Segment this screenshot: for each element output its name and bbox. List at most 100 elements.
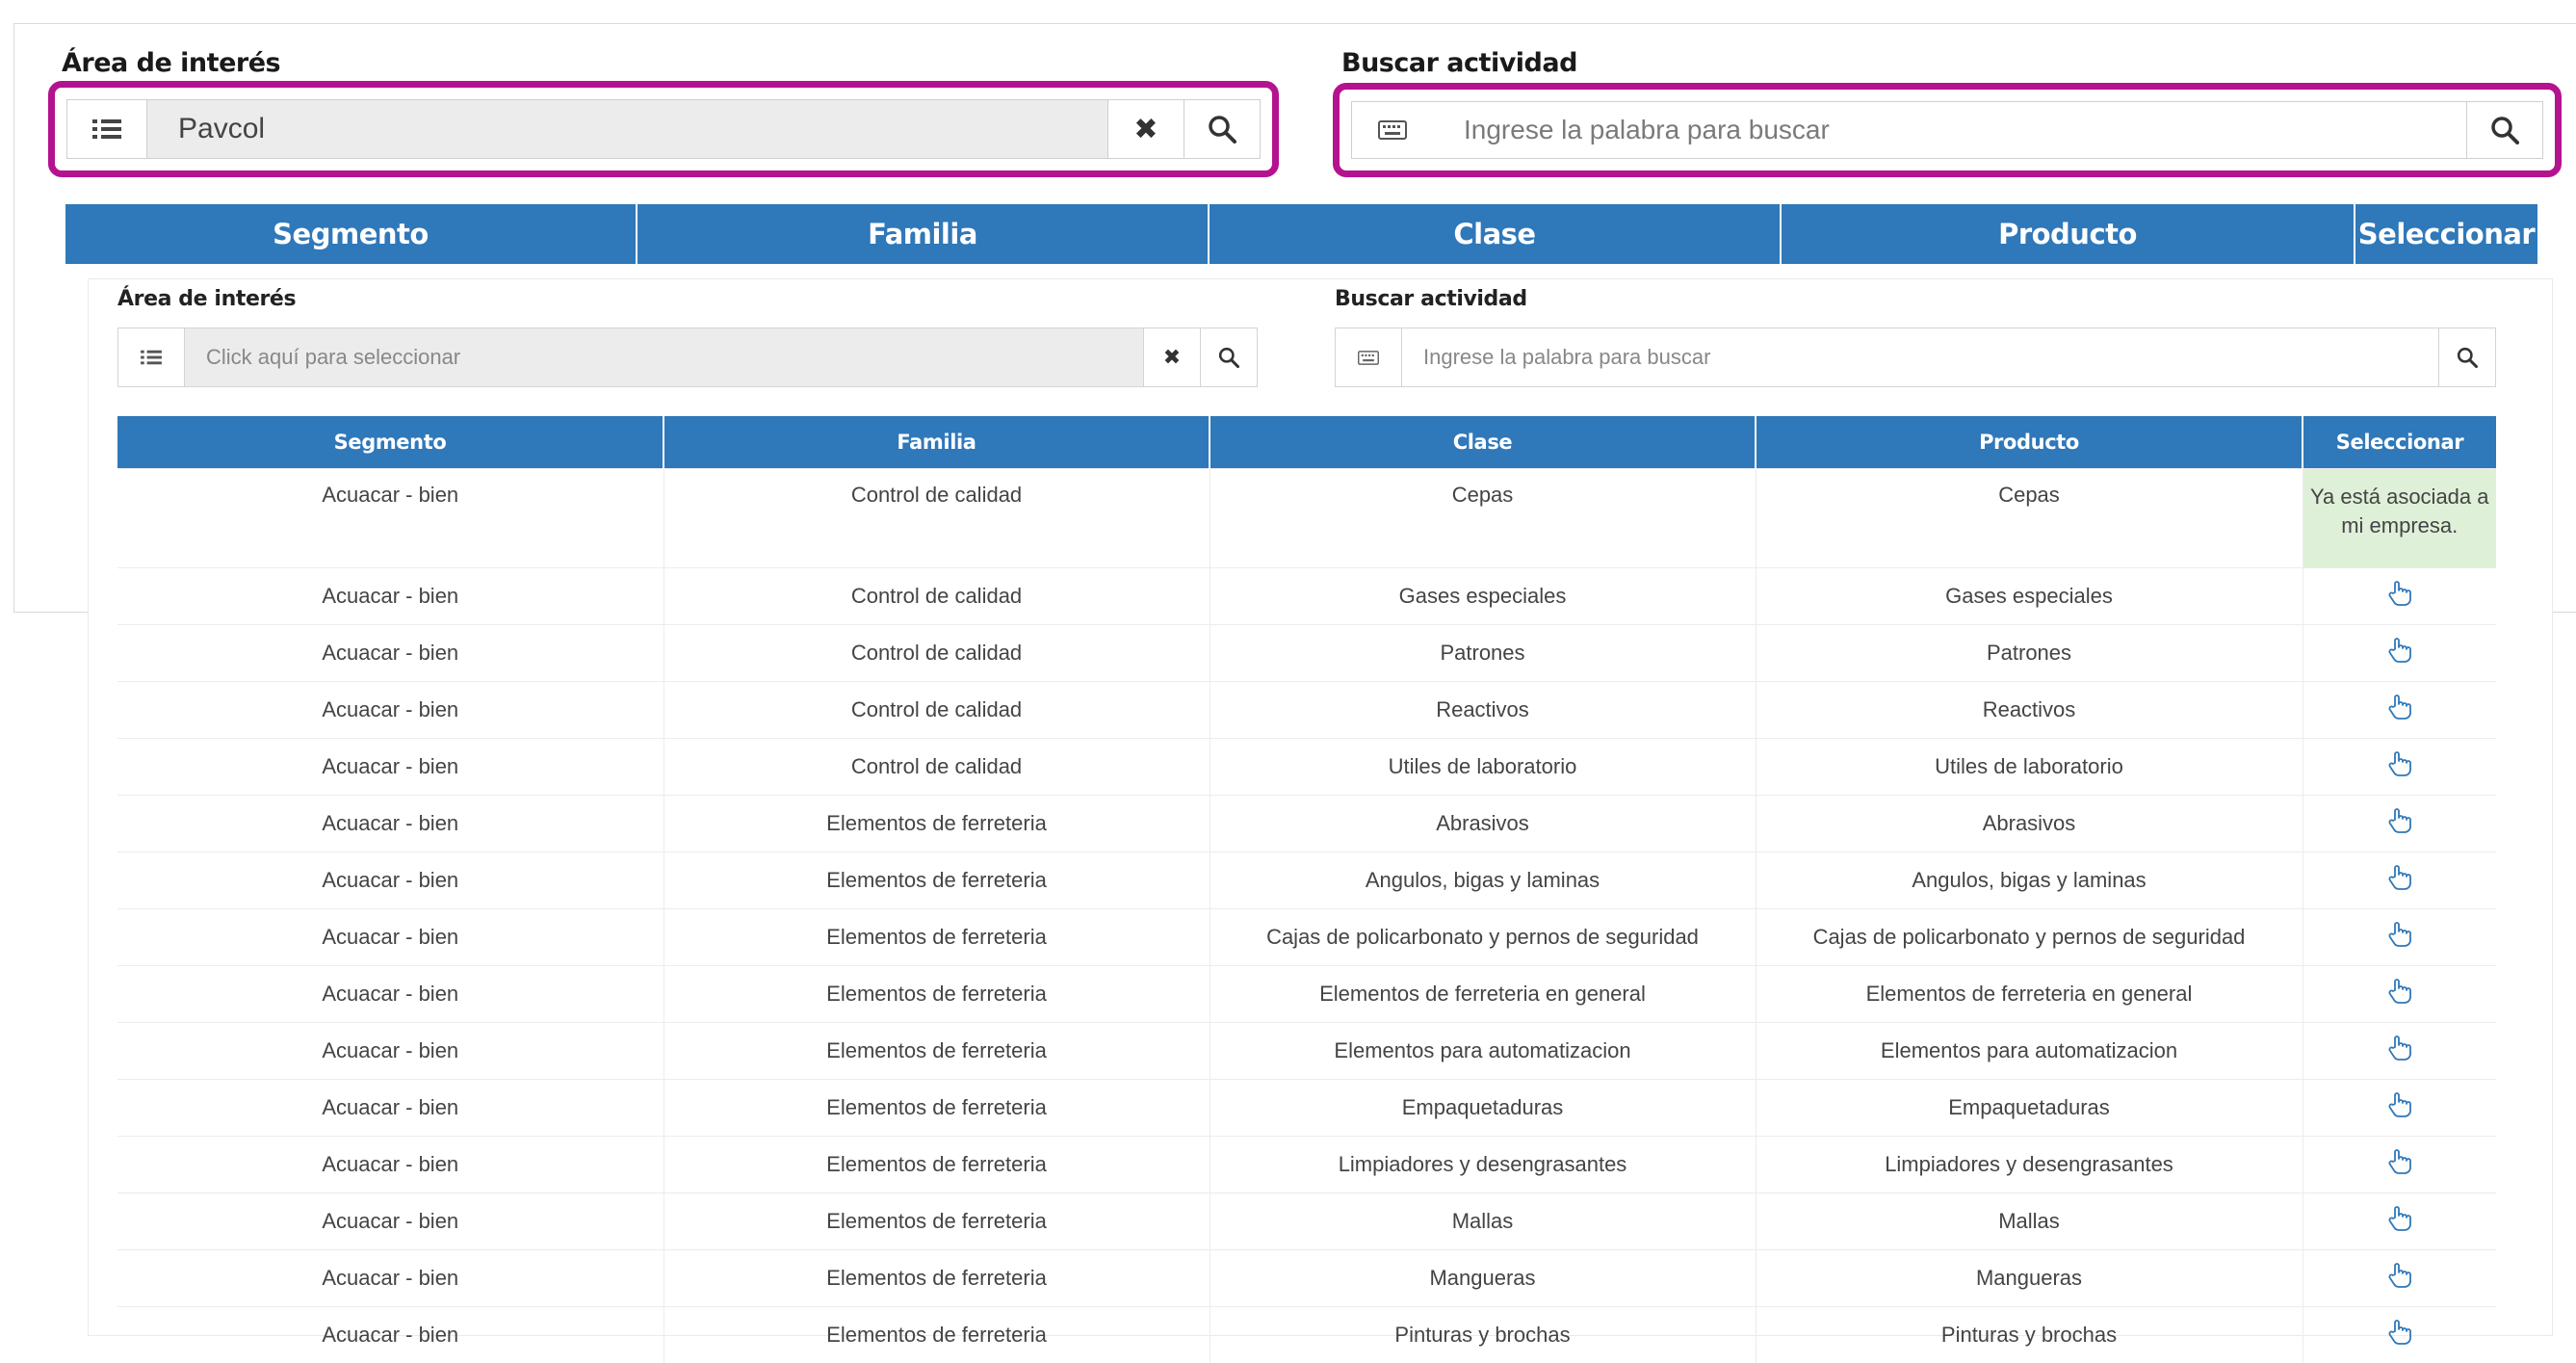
select-cell[interactable] [2303, 1250, 2496, 1307]
col-familia: Familia [664, 416, 1210, 469]
table-header-row: Segmento Familia Clase Producto Seleccio… [117, 416, 2496, 469]
table-row: Acuacar - bienElementos de ferreteriaAbr… [117, 796, 2496, 852]
hand-pointer-icon[interactable] [2387, 758, 2412, 782]
cell-producto: Reactivos [1756, 682, 2303, 739]
area-value[interactable]: Pavcol [147, 100, 1107, 158]
cell-clase: Cepas [1210, 469, 1756, 568]
select-cell[interactable] [2303, 852, 2496, 909]
select-cell[interactable] [2303, 909, 2496, 966]
cell-familia: Control de calidad [664, 682, 1210, 739]
hand-pointer-icon[interactable] [2387, 588, 2412, 612]
col-clase: Clase [1210, 416, 1756, 469]
search-area-button[interactable] [1184, 100, 1260, 158]
area-placeholder[interactable]: Click aquí para seleccionar [185, 328, 1143, 386]
cell-clase: Elementos de ferreteria en general [1210, 966, 1756, 1023]
hand-pointer-icon[interactable] [2387, 1270, 2412, 1294]
cell-segmento: Acuacar - bien [117, 1080, 664, 1137]
cell-producto: Cepas [1756, 469, 2303, 568]
cell-segmento: Acuacar - bien [117, 1193, 664, 1250]
search-box-large[interactable]: Ingrese la palabra para buscar [1351, 101, 2543, 159]
search-icon [2490, 116, 2519, 144]
cell-producto: Elementos para automatizacion [1756, 1023, 2303, 1080]
search-icon [2457, 347, 2478, 368]
select-cell[interactable] [2303, 1193, 2496, 1250]
cell-segmento: Acuacar - bien [117, 966, 664, 1023]
hand-pointer-icon[interactable] [2387, 929, 2412, 953]
search-box[interactable]: Ingrese la palabra para buscar [1335, 328, 2496, 387]
select-cell[interactable] [2303, 739, 2496, 796]
select-cell[interactable] [2303, 625, 2496, 682]
select-cell[interactable] [2303, 1137, 2496, 1193]
hand-pointer-icon[interactable] [2387, 1156, 2412, 1180]
clear-area-button[interactable]: ✖ [1107, 100, 1184, 158]
cell-producto: Abrasivos [1756, 796, 2303, 852]
cell-familia: Elementos de ferreteria [664, 909, 1210, 966]
search-activity-button-large[interactable] [2466, 102, 2542, 158]
cell-familia: Control de calidad [664, 568, 1210, 625]
cell-segmento: Acuacar - bien [117, 739, 664, 796]
area-selector[interactable]: Click aquí para seleccionar ✖ [117, 328, 1258, 387]
hand-pointer-icon[interactable] [2387, 1326, 2412, 1350]
select-cell[interactable] [2303, 682, 2496, 739]
table-row: Acuacar - bienControl de calidadUtiles d… [117, 739, 2496, 796]
cell-segmento: Acuacar - bien [117, 682, 664, 739]
keyboard-icon [1352, 102, 1433, 158]
cell-segmento: Acuacar - bien [117, 852, 664, 909]
cell-clase: Mangueras [1210, 1250, 1756, 1307]
cell-clase: Cajas de policarbonato y pernos de segur… [1210, 909, 1756, 966]
cell-segmento: Acuacar - bien [117, 1137, 664, 1193]
cell-clase: Limpiadores y desengrasantes [1210, 1137, 1756, 1193]
cell-producto: Elementos de ferreteria en general [1756, 966, 2303, 1023]
cell-producto: Gases especiales [1756, 568, 2303, 625]
cell-producto: Cajas de policarbonato y pernos de segur… [1756, 909, 2303, 966]
cell-familia: Control de calidad [664, 469, 1210, 568]
area-label-large: Área de interés [62, 48, 280, 78]
hand-pointer-icon[interactable] [2387, 815, 2412, 839]
cell-familia: Elementos de ferreteria [664, 966, 1210, 1023]
table-row: Acuacar - bienElementos de ferreteriaMal… [117, 1193, 2496, 1250]
cell-clase: Elementos para automatizacion [1210, 1023, 1756, 1080]
select-cell[interactable] [2303, 1023, 2496, 1080]
cell-segmento: Acuacar - bien [117, 1023, 664, 1080]
hand-pointer-icon[interactable] [2387, 1042, 2412, 1066]
hand-pointer-icon[interactable] [2387, 644, 2412, 668]
hand-pointer-icon[interactable] [2387, 701, 2412, 725]
area-selector-large[interactable]: Pavcol ✖ [66, 99, 1261, 159]
select-cell[interactable] [2303, 568, 2496, 625]
search-area-button[interactable] [1200, 328, 1257, 386]
table-row: Acuacar - bienElementos de ferreteriaEle… [117, 966, 2496, 1023]
col-familia-large: Familia [637, 204, 1210, 264]
select-cell[interactable] [2303, 966, 2496, 1023]
cell-familia: Control de calidad [664, 739, 1210, 796]
search-input-large[interactable]: Ingrese la palabra para buscar [1433, 102, 2466, 158]
close-icon: ✖ [1163, 345, 1181, 370]
cell-segmento: Acuacar - bien [117, 568, 664, 625]
cell-segmento: Acuacar - bien [117, 469, 664, 568]
cell-producto: Patrones [1756, 625, 2303, 682]
search-icon [1218, 347, 1239, 368]
cell-segmento: Acuacar - bien [117, 625, 664, 682]
search-activity-button[interactable] [2438, 328, 2495, 386]
cell-segmento: Acuacar - bien [117, 796, 664, 852]
cell-familia: Elementos de ferreteria [664, 1250, 1210, 1307]
table-row: Acuacar - bienControl de calidadPatrones… [117, 625, 2496, 682]
cell-producto: Limpiadores y desengrasantes [1756, 1137, 2303, 1193]
large-table-header: Segmento Familia Clase Producto Seleccio… [65, 204, 2537, 264]
cell-clase: Mallas [1210, 1193, 1756, 1250]
search-label-large: Buscar actividad [1341, 48, 1577, 78]
clear-area-button[interactable]: ✖ [1143, 328, 1200, 386]
table-row: Acuacar - bienElementos de ferreteriaMan… [117, 1250, 2496, 1307]
cell-familia: Elementos de ferreteria [664, 1137, 1210, 1193]
hand-pointer-icon[interactable] [2387, 872, 2412, 896]
search-input[interactable]: Ingrese la palabra para buscar [1402, 328, 2438, 386]
hand-pointer-icon[interactable] [2387, 1213, 2412, 1237]
cell-producto: Empaquetaduras [1756, 1080, 2303, 1137]
hand-pointer-icon[interactable] [2387, 985, 2412, 1009]
select-cell[interactable] [2303, 796, 2496, 852]
table-row: Acuacar - bienElementos de ferreteriaEle… [117, 1023, 2496, 1080]
keyboard-icon [1336, 328, 1402, 386]
close-icon: ✖ [1133, 113, 1158, 146]
select-cell[interactable] [2303, 1080, 2496, 1137]
area-highlight-box: Pavcol ✖ [48, 81, 1279, 177]
hand-pointer-icon[interactable] [2387, 1099, 2412, 1123]
